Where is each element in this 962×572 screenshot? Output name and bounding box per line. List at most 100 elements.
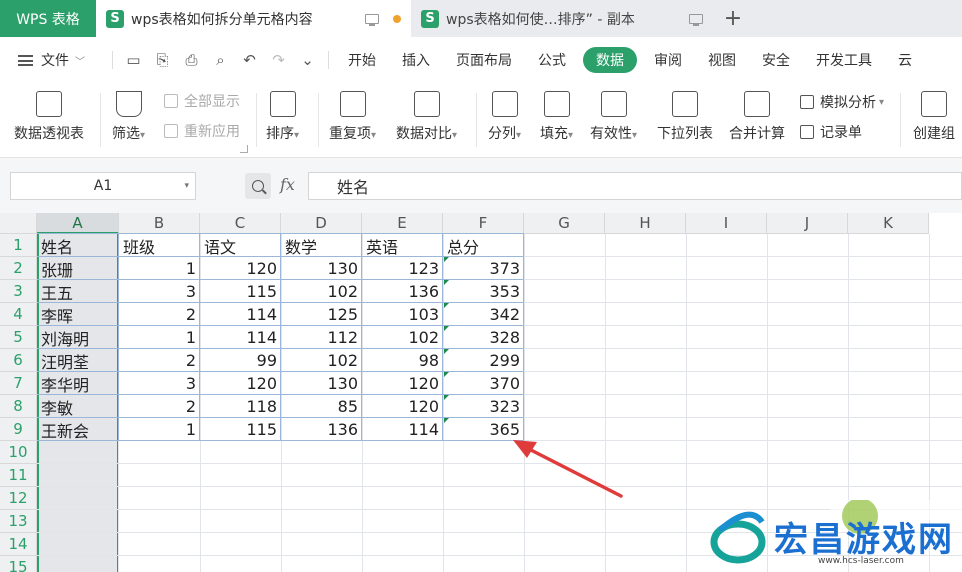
table-cell[interactable]: 1 — [119, 257, 200, 280]
table-cell[interactable]: 118 — [200, 395, 281, 418]
header-cell[interactable]: 英语 — [362, 234, 443, 257]
table-cell[interactable]: 王五 — [37, 280, 119, 303]
table-cell[interactable]: 114 — [362, 418, 443, 441]
table-cell[interactable]: 85 — [281, 395, 362, 418]
table-cell[interactable]: 王新会 — [37, 418, 119, 441]
monitor-icon[interactable] — [365, 13, 379, 26]
menu-item-formulas[interactable]: 公式 — [525, 50, 579, 70]
insert-function-button[interactable]: fx — [280, 175, 295, 194]
document-tab-inactive[interactable]: S wps表格如何使…排序” - 副本 — [411, 0, 713, 37]
error-indicator-icon[interactable] — [444, 280, 449, 285]
data-compare-button[interactable]: 数据对比▾ — [396, 83, 457, 143]
table-cell[interactable]: 115 — [200, 418, 281, 441]
column-header-a[interactable]: A — [37, 213, 119, 234]
app-brand[interactable]: WPS 表格 — [0, 0, 96, 37]
select-all-corner[interactable] — [0, 213, 37, 234]
new-tab-button[interactable]: + — [713, 0, 753, 37]
validity-button[interactable]: 有效性▾ — [590, 83, 637, 143]
header-cell[interactable]: 姓名 — [37, 234, 119, 257]
fill-button[interactable]: 填充▾ — [540, 83, 573, 143]
table-cell[interactable]: 120 — [362, 372, 443, 395]
simulation-analysis-button[interactable]: 模拟分析 ▾ — [800, 92, 884, 112]
show-all-button[interactable]: 全部显示 — [164, 91, 240, 111]
table-cell[interactable]: 刘海明 — [37, 326, 119, 349]
save-icon[interactable]: ▭ — [119, 51, 148, 69]
redo-icon[interactable]: ↷ — [264, 51, 293, 69]
formula-input[interactable]: 姓名 — [308, 172, 962, 200]
table-cell[interactable]: 102 — [281, 349, 362, 372]
row-header-3[interactable]: 3 — [0, 280, 37, 303]
row-header-10[interactable]: 10 — [0, 441, 37, 464]
table-cell[interactable]: 373 — [443, 257, 524, 280]
column-header-c[interactable]: C — [200, 213, 281, 234]
file-menu[interactable]: 文件 ﹀ — [0, 50, 106, 70]
error-indicator-icon[interactable] — [444, 257, 449, 262]
dropdown-list-button[interactable]: 下拉列表 — [657, 83, 713, 143]
more-icon[interactable]: ⌄ — [293, 51, 322, 69]
table-cell[interactable]: 115 — [200, 280, 281, 303]
document-tab-active[interactable]: S wps表格如何拆分单元格内容 — [96, 0, 411, 37]
chevron-down-icon[interactable]: ▾ — [184, 181, 189, 191]
table-cell[interactable]: 汪明荃 — [37, 349, 119, 372]
menu-item-review[interactable]: 审阅 — [641, 50, 695, 70]
row-header-12[interactable]: 12 — [0, 487, 37, 510]
create-group-button[interactable]: 创建组 — [913, 83, 955, 143]
table-cell[interactable]: 李晖 — [37, 303, 119, 326]
table-cell[interactable]: 114 — [200, 326, 281, 349]
column-header-i[interactable]: I — [686, 213, 767, 234]
menu-item-developer[interactable]: 开发工具 — [803, 50, 885, 70]
table-cell[interactable]: 102 — [281, 280, 362, 303]
header-cell[interactable]: 语文 — [200, 234, 281, 257]
error-indicator-icon[interactable] — [444, 349, 449, 354]
error-indicator-icon[interactable] — [444, 372, 449, 377]
row-header-13[interactable]: 13 — [0, 510, 37, 533]
row-header-4[interactable]: 4 — [0, 303, 37, 326]
table-cell[interactable]: 130 — [281, 372, 362, 395]
column-header-f[interactable]: F — [443, 213, 524, 234]
menu-item-home[interactable]: 开始 — [335, 50, 389, 70]
table-cell[interactable]: 3 — [119, 372, 200, 395]
column-header-b[interactable]: B — [119, 213, 200, 234]
export-icon[interactable]: ⎘ — [148, 51, 177, 69]
table-cell[interactable]: 299 — [443, 349, 524, 372]
table-cell[interactable]: 123 — [362, 257, 443, 280]
table-cell[interactable]: 120 — [362, 395, 443, 418]
row-header-11[interactable]: 11 — [0, 464, 37, 487]
error-indicator-icon[interactable] — [444, 326, 449, 331]
header-cell[interactable]: 总分 — [443, 234, 524, 257]
table-cell[interactable]: 张珊 — [37, 257, 119, 280]
row-header-14[interactable]: 14 — [0, 533, 37, 556]
row-header-1[interactable]: 1 — [0, 234, 37, 257]
table-cell[interactable]: 130 — [281, 257, 362, 280]
column-header-g[interactable]: G — [524, 213, 605, 234]
record-form-button[interactable]: 记录单 — [800, 122, 862, 142]
table-cell[interactable]: 103 — [362, 303, 443, 326]
print-icon[interactable]: ⎙ — [177, 51, 206, 69]
menu-item-cloud[interactable]: 云 — [885, 50, 925, 70]
split-column-button[interactable]: 分列▾ — [488, 83, 521, 143]
table-cell[interactable]: 李敏 — [37, 395, 119, 418]
column-header-d[interactable]: D — [281, 213, 362, 234]
table-cell[interactable]: 353 — [443, 280, 524, 303]
table-cell[interactable]: 李华明 — [37, 372, 119, 395]
sort-button[interactable]: 排序▾ — [266, 83, 299, 143]
table-cell[interactable]: 328 — [443, 326, 524, 349]
reapply-button[interactable]: 重新应用 — [164, 121, 240, 141]
error-indicator-icon[interactable] — [444, 418, 449, 423]
undo-icon[interactable]: ↶ — [235, 51, 264, 69]
row-header-2[interactable]: 2 — [0, 257, 37, 280]
table-cell[interactable]: 102 — [362, 326, 443, 349]
menu-item-page-layout[interactable]: 页面布局 — [443, 50, 525, 70]
row-header-8[interactable]: 8 — [0, 395, 37, 418]
header-cell[interactable]: 数学 — [281, 234, 362, 257]
column-header-k[interactable]: K — [848, 213, 929, 234]
zoom-button[interactable] — [245, 173, 271, 199]
row-header-5[interactable]: 5 — [0, 326, 37, 349]
table-cell[interactable]: 136 — [362, 280, 443, 303]
pivot-table-button[interactable]: 数据透视表 — [14, 83, 84, 143]
table-cell[interactable]: 125 — [281, 303, 362, 326]
table-cell[interactable]: 2 — [119, 349, 200, 372]
column-header-j[interactable]: J — [767, 213, 848, 234]
table-cell[interactable]: 342 — [443, 303, 524, 326]
table-cell[interactable]: 98 — [362, 349, 443, 372]
